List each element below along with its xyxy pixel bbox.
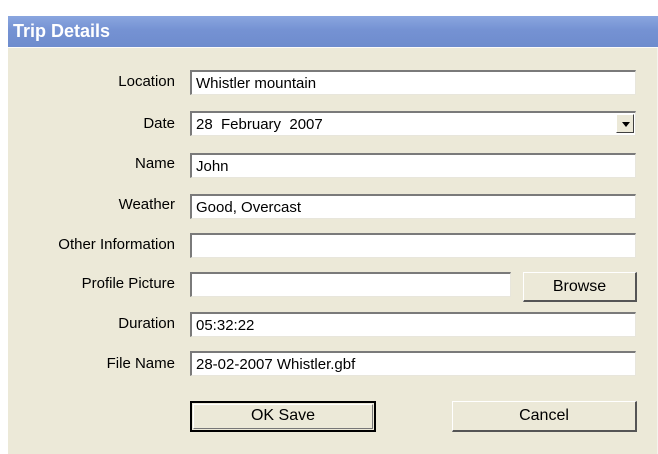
weather-label: Weather xyxy=(118,196,175,213)
file-name-field[interactable]: 28-02-2007 Whistler.gbf xyxy=(190,351,636,376)
profile-picture-field[interactable] xyxy=(190,272,511,297)
browse-button[interactable]: Browse xyxy=(523,272,637,302)
ok-save-button[interactable]: OK Save xyxy=(190,401,376,432)
location-field[interactable]: Whistler mountain xyxy=(190,70,636,95)
date-label: Date xyxy=(143,115,175,132)
other-information-label: Other Information xyxy=(58,236,175,253)
chevron-down-icon[interactable] xyxy=(616,114,634,133)
trip-details-dialog: Trip Details Location Whistler mountain … xyxy=(8,16,658,454)
other-information-field[interactable] xyxy=(190,233,636,258)
dialog-title: Trip Details xyxy=(13,21,111,41)
date-select[interactable]: 28 February 2007 xyxy=(190,111,636,136)
cancel-button[interactable]: Cancel xyxy=(452,401,637,432)
file-name-label: File Name xyxy=(106,355,175,372)
name-label: Name xyxy=(134,155,175,172)
name-field[interactable]: John xyxy=(190,153,636,178)
duration-field[interactable]: 05:32:22 xyxy=(190,312,636,337)
date-select-value: 28 February 2007 xyxy=(196,116,323,133)
duration-label: Duration xyxy=(118,315,175,332)
title-bar[interactable]: Trip Details xyxy=(8,16,658,48)
location-label: Location xyxy=(118,73,175,90)
ok-save-label: OK Save xyxy=(250,407,316,424)
profile-picture-label: Profile Picture xyxy=(81,275,175,292)
weather-field[interactable]: Good, Overcast xyxy=(190,194,636,219)
